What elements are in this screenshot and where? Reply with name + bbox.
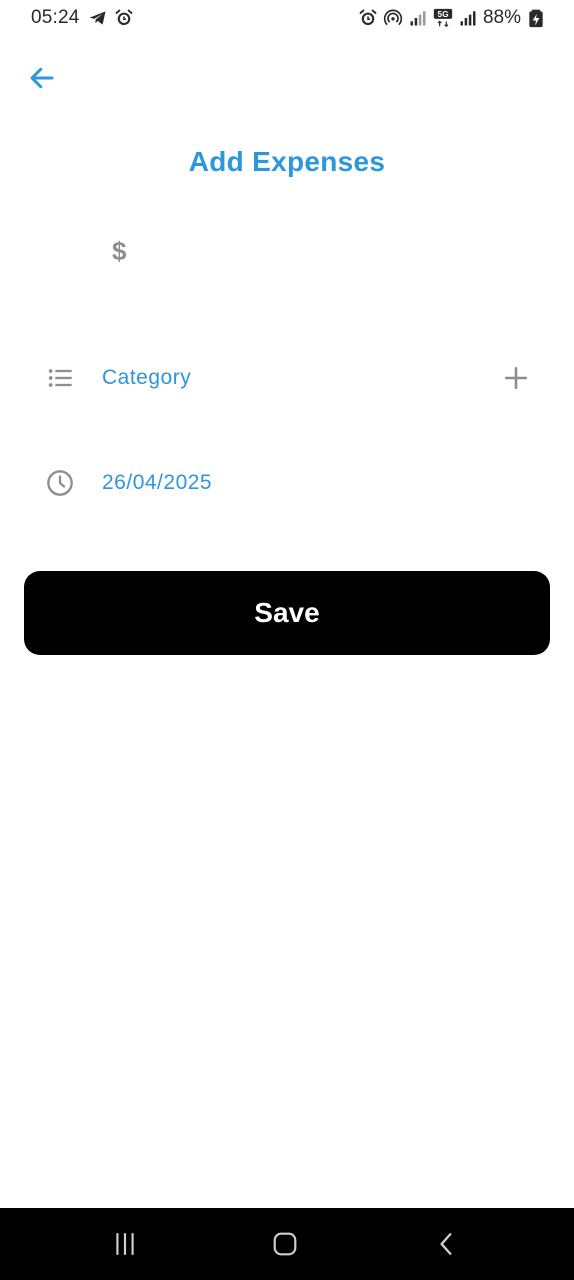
- home-icon: [273, 1232, 297, 1256]
- signal-icon: [410, 11, 426, 26]
- add-expenses-screen: 05:24 5G 88% Add Expenses $ Category 26/…: [0, 0, 574, 1280]
- nav-back-button[interactable]: [427, 1226, 467, 1262]
- dollar-icon: $: [112, 235, 127, 266]
- category-row[interactable]: Category: [44, 354, 530, 402]
- amount-input[interactable]: [136, 234, 520, 268]
- status-time: 05:24: [31, 7, 80, 28]
- arrow-left-icon: [30, 67, 54, 89]
- save-button[interactable]: Save: [24, 571, 550, 655]
- page-title: Add Expenses: [188, 146, 386, 177]
- signal-icon: [460, 11, 476, 26]
- back-button[interactable]: [24, 60, 60, 96]
- back-icon: [440, 1233, 452, 1255]
- alarm-icon: [359, 9, 377, 26]
- status-left-icons: [88, 8, 134, 28]
- home-button[interactable]: [265, 1226, 305, 1262]
- hotspot-icon: [383, 9, 403, 26]
- date-value: 26/04/2025: [102, 471, 213, 494]
- recents-button[interactable]: [105, 1226, 145, 1262]
- list-icon: [44, 362, 76, 394]
- plus-icon: [504, 366, 528, 390]
- clock-icon: [44, 467, 76, 499]
- 5g-icon: 5G: [433, 8, 453, 28]
- add-category-button[interactable]: [498, 360, 534, 396]
- category-label: Category: [102, 366, 192, 389]
- alarm-icon: [115, 9, 133, 26]
- recents-icon: [116, 1233, 134, 1255]
- status-bar: 05:24 5G 88%: [0, 0, 574, 36]
- telegram-icon: [89, 11, 106, 25]
- amount-row: $: [100, 226, 520, 276]
- battery-percentage: 88%: [482, 7, 521, 28]
- svg-text:5G: 5G: [437, 9, 448, 19]
- status-right-icons: 5G 88%: [358, 7, 546, 29]
- battery-charging-icon: [529, 9, 543, 28]
- date-row[interactable]: 26/04/2025: [44, 459, 530, 507]
- navigation-bar: [0, 1208, 574, 1280]
